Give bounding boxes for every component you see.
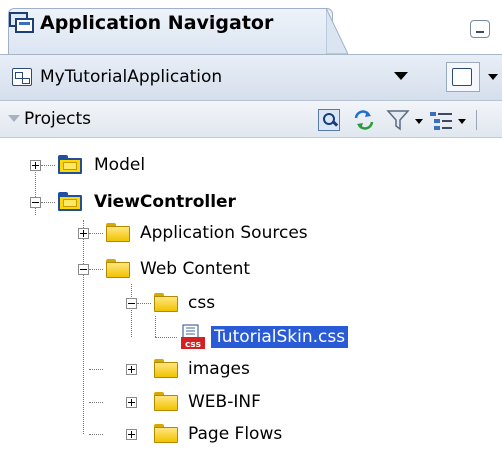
minimize-button[interactable] (470, 20, 490, 38)
application-menu-icon (452, 68, 472, 86)
folder-icon (154, 424, 178, 443)
collapse-icon[interactable] (126, 298, 137, 309)
folder-icon (106, 259, 130, 278)
tree-connector (89, 269, 103, 270)
tree-connector (41, 165, 55, 166)
projects-label: Projects (24, 109, 92, 129)
tree-node-label: Page Flows (188, 424, 283, 444)
tree-connector (89, 369, 103, 370)
navigator-tab-bar: Application Navigator (0, 0, 502, 55)
tree-node-label: images (188, 359, 250, 379)
application-selector-bar: MyTutorialApplication (0, 55, 502, 101)
tree-connector (155, 337, 177, 338)
chevron-down-icon[interactable] (458, 119, 466, 124)
tree-node-label: css (188, 293, 216, 313)
tree-node-label: Web Content (140, 259, 251, 279)
chevron-down-icon[interactable] (415, 119, 423, 124)
tree-connector (35, 169, 36, 215)
tree-node-label: Model (94, 155, 146, 175)
tree-connector (155, 316, 156, 337)
expand-icon[interactable] (126, 397, 137, 408)
expand-icon[interactable] (126, 429, 137, 440)
project-tree: Model ViewController Application Sources… (0, 138, 502, 451)
expand-icon[interactable] (30, 160, 41, 171)
application-dropdown[interactable]: MyTutorialApplication (8, 61, 428, 93)
navigator-title: Application Navigator (40, 12, 274, 34)
folder-icon (106, 223, 130, 242)
collapse-icon[interactable] (78, 264, 89, 275)
project-folder-icon (58, 155, 82, 174)
application-name: MyTutorialApplication (40, 67, 223, 87)
tab-tail (326, 8, 348, 54)
folder-icon (154, 359, 178, 378)
tree-node-label: Application Sources (140, 223, 308, 243)
tree-connector (89, 434, 103, 435)
application-navigator-icon (9, 12, 34, 33)
tree-connector (83, 220, 84, 434)
tree-connector (131, 284, 132, 337)
tree-connector (89, 233, 103, 234)
folder-icon (154, 293, 178, 312)
search-icon[interactable] (318, 109, 340, 131)
tree-node-label-selected: TutorialSkin.css (211, 326, 349, 348)
tree-node-label: ViewController (94, 192, 236, 212)
sync-icon[interactable] (352, 109, 376, 131)
tree-options-icon[interactable] (428, 109, 454, 131)
application-icon (12, 68, 32, 86)
filter-icon[interactable] (386, 109, 412, 131)
expand-icon[interactable] (126, 364, 137, 375)
projects-panel-header[interactable]: Projects (0, 101, 502, 138)
css-badge: css (185, 340, 201, 350)
project-folder-icon (58, 192, 82, 211)
collapse-triangle-icon[interactable] (8, 115, 20, 122)
chevron-down-icon (394, 72, 408, 80)
css-file-icon: css (181, 324, 205, 350)
chevron-down-icon[interactable] (488, 74, 498, 80)
expand-icon[interactable] (78, 228, 89, 239)
tree-connector (41, 202, 55, 203)
tree-node-label: WEB-INF (188, 392, 261, 412)
folder-icon (154, 392, 178, 411)
tree-connector (89, 402, 103, 403)
toolbar-separator (476, 110, 477, 130)
application-menu-button[interactable] (446, 62, 480, 92)
collapse-icon[interactable] (30, 197, 41, 208)
tree-connector (137, 303, 151, 304)
